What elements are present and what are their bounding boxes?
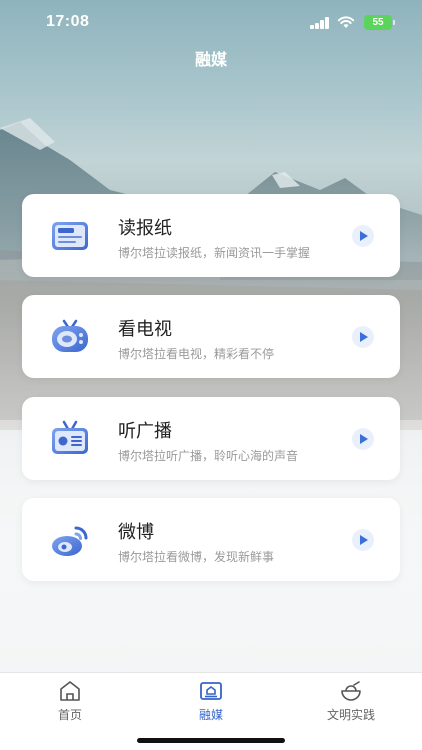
media-icon <box>200 682 222 700</box>
weibo-icon <box>52 526 88 556</box>
card-title: 看电视 <box>118 319 172 340</box>
card-title: 听广播 <box>118 421 172 442</box>
battery-icon: 55 <box>364 15 395 30</box>
civilization-icon <box>341 681 361 701</box>
card-radio[interactable]: 听广播 博尔塔拉听广播，聆听心海的声音 <box>22 397 400 480</box>
cellular-signal-icon <box>310 17 330 29</box>
play-icon[interactable] <box>352 225 374 247</box>
card-title: 读报纸 <box>118 218 172 239</box>
wifi-icon <box>337 16 355 28</box>
status-time: 17:08 <box>46 13 90 30</box>
tab-home[interactable]: 首页 <box>20 679 120 723</box>
card-newspaper[interactable]: 读报纸 博尔塔拉读报纸，新闻资讯一手掌握 <box>22 194 400 277</box>
page-title: 融媒 <box>194 50 227 69</box>
card-description: 博尔塔拉听广播，聆听心海的声音 <box>118 449 299 463</box>
newspaper-icon <box>52 222 88 250</box>
tv-icon <box>52 319 88 352</box>
battery-level: 55 <box>372 17 384 28</box>
card-description: 博尔塔拉看电视，精彩看不停 <box>118 347 275 361</box>
play-icon[interactable] <box>352 428 374 450</box>
tab-civilization-practice[interactable]: 文明实践 <box>301 679 401 723</box>
play-icon[interactable] <box>352 529 374 551</box>
home-icon <box>60 681 80 701</box>
tab-media[interactable]: 融媒 <box>161 679 261 723</box>
card-tv[interactable]: 看电视 博尔塔拉看电视，精彩看不停 <box>22 295 400 378</box>
radio-icon <box>52 420 88 454</box>
card-description: 博尔塔拉读报纸，新闻资讯一手掌握 <box>118 246 311 260</box>
tab-label: 首页 <box>57 708 82 722</box>
home-indicator <box>137 738 285 743</box>
card-description: 博尔塔拉看微博，发现新鲜事 <box>118 550 275 564</box>
card-weibo[interactable]: 微博 博尔塔拉看微博，发现新鲜事 <box>22 498 400 581</box>
card-title: 微博 <box>118 522 154 543</box>
status-bar: 17:08 55 <box>0 0 422 44</box>
tab-label: 文明实践 <box>326 708 375 722</box>
tab-label: 融媒 <box>198 708 223 722</box>
play-icon[interactable] <box>352 326 374 348</box>
